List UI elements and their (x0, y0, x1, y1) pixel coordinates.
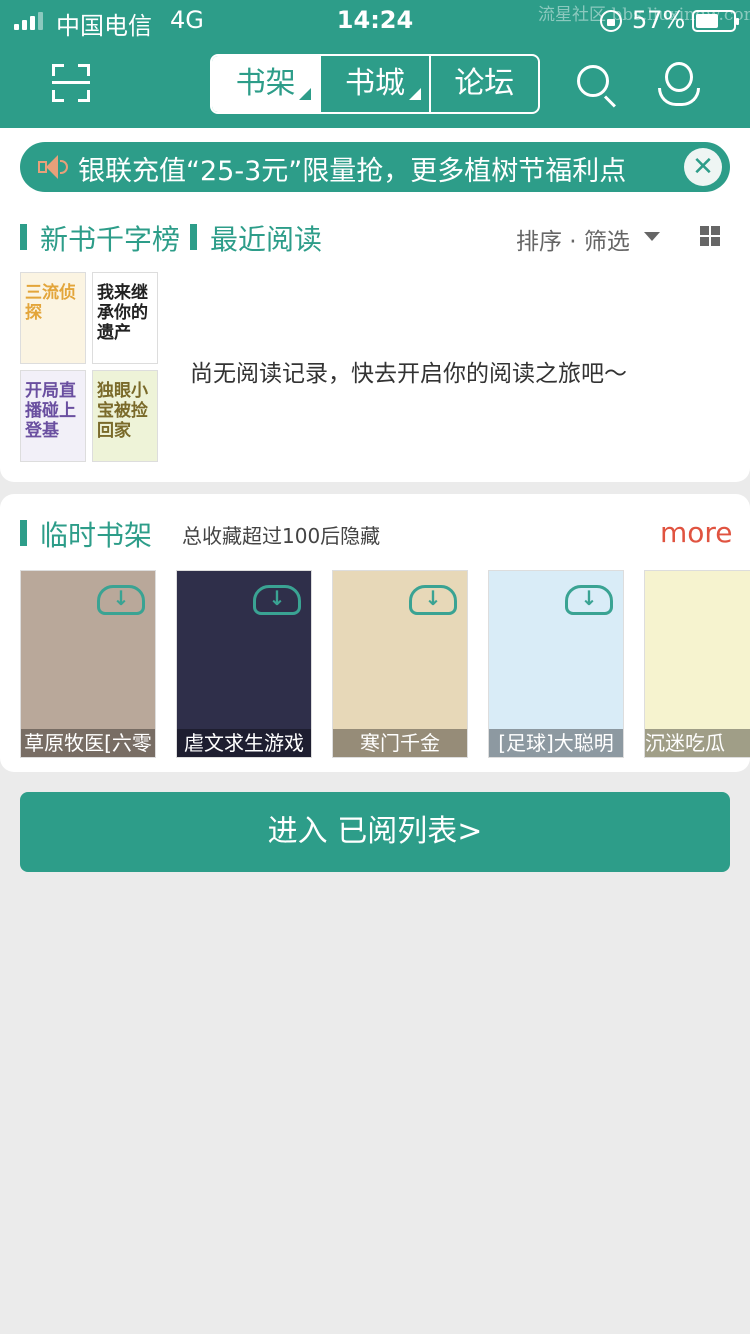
top-bar: 中国电信 4G 14:24 57% 流星社区 bbs.liuxingw.com … (0, 0, 750, 128)
cloud-download-icon[interactable] (409, 585, 457, 615)
section-marker (190, 224, 197, 250)
scan-icon[interactable] (52, 64, 90, 102)
book-title: 沉迷吃瓜 (645, 729, 750, 757)
book-title: [足球]大聪明 (489, 729, 623, 757)
sort-filter-button[interactable]: 排序 · 筛选 (516, 222, 630, 256)
empty-reading-message: 尚无阅读记录，快去开启你的阅读之旅吧～ (190, 361, 627, 387)
more-link[interactable]: more (660, 516, 733, 549)
search-icon[interactable] (575, 63, 619, 108)
tab-bookshelf[interactable]: 书架 (212, 56, 320, 112)
grid-view-icon[interactable] (700, 226, 720, 246)
promo-banner[interactable]: 银联充值“25-3元”限量抢，更多植树节福利点 ✕ (20, 142, 730, 192)
cloud-download-icon[interactable] (565, 585, 613, 615)
tab-recent-reading[interactable]: 最近阅读 (210, 218, 322, 258)
tab-bookstore[interactable]: 书城 (319, 56, 428, 112)
caret-down-icon (644, 232, 660, 241)
tab-forum-label: 论坛 (454, 66, 515, 101)
close-icon[interactable]: ✕ (684, 148, 722, 186)
book-title: 虐文求生游戏 (177, 729, 311, 757)
recent-reading-card: 银联充值“25-3元”限量抢，更多植树节福利点 ✕ 新书千字榜 最近阅读 排序 … (0, 128, 750, 482)
watermark: 流星社区 bbs.liuxingw.com (538, 5, 750, 25)
shelf-book[interactable]: 寒门千金 (332, 570, 468, 758)
temp-shelf-title: 临时书架 (40, 519, 153, 552)
book-cover[interactable]: 我来继承你的遗产 (92, 272, 158, 364)
main-tabs: 书架 书城 论坛 (210, 54, 540, 114)
speaker-icon (38, 154, 68, 180)
book-cover-title: 独眼小宝被捡回家 (97, 381, 148, 441)
dropdown-corner-icon (408, 88, 421, 100)
book-cover-title: 开局直播碰上登基 (25, 381, 76, 441)
cloud-download-icon[interactable] (97, 585, 145, 615)
book-title: 草原牧医[六零 (21, 729, 155, 757)
tab-bookshelf-label: 书架 (235, 66, 296, 101)
shelf-book[interactable]: [足球]大聪明 (488, 570, 624, 758)
shelf-book[interactable]: 虐文求生游戏 (176, 570, 312, 758)
book-cover[interactable]: 独眼小宝被捡回家 (92, 370, 158, 462)
section-marker (20, 520, 27, 546)
enter-read-list-button[interactable]: 进入 已阅列表> (20, 792, 730, 872)
tab-new-books-rank[interactable]: 新书千字榜 (40, 218, 180, 258)
tab-bookstore-label: 书城 (344, 66, 405, 101)
temp-shelf-note: 总收藏超过100后隐藏 (182, 524, 381, 548)
dropdown-corner-icon (299, 88, 312, 100)
book-title: 寒门千金 (333, 729, 467, 757)
user-icon[interactable] (658, 62, 700, 106)
book-cover[interactable]: 开局直播碰上登基 (20, 370, 86, 462)
banner-text: 银联充值“25-3元”限量抢，更多植树节福利点 (78, 156, 627, 187)
shelf-book[interactable]: 草原牧医[六零 (20, 570, 156, 758)
temp-shelf-card: 临时书架 总收藏超过100后隐藏 more 草原牧医[六零 虐文求生游戏 寒门千… (0, 494, 750, 772)
status-bar: 中国电信 4G 14:24 57% 流星社区 bbs.liuxingw.com (0, 0, 750, 42)
shelf-book[interactable]: 沉迷吃瓜 (644, 570, 750, 758)
section-marker (20, 224, 27, 250)
tab-forum[interactable]: 论坛 (428, 56, 538, 112)
book-cover-title: 我来继承你的遗产 (97, 283, 148, 343)
book-cover-title: 三流侦探 (25, 283, 76, 323)
book-cover[interactable]: 三流侦探 (20, 272, 86, 364)
cloud-download-icon[interactable] (253, 585, 301, 615)
